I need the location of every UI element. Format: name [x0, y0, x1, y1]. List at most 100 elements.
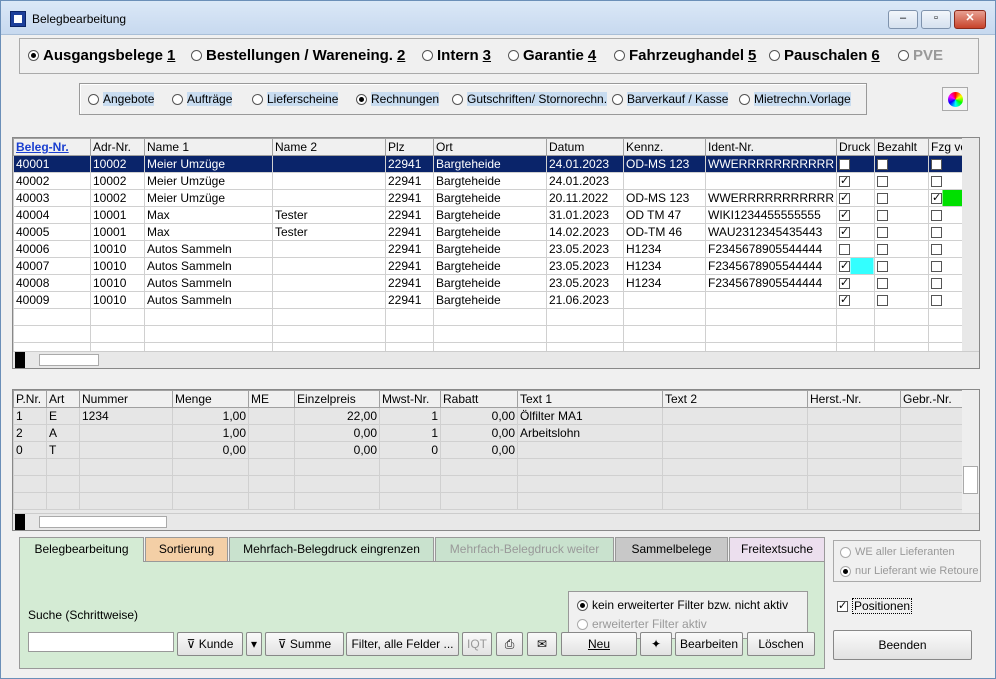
- table-row[interactable]: 40004 10001 Max Tester 22941 Bargteheide 31.01…: [13, 206, 973, 224]
- bezahlt-checkbox[interactable]: [876, 278, 888, 290]
- druck-checkbox[interactable]: [838, 244, 850, 256]
- wizard-button[interactable]: ✦: [640, 632, 672, 656]
- doc-type-1[interactable]: Ausgangsbelege 1: [28, 47, 175, 64]
- table-row[interactable]: 2 A 1,00 0,00 1 0,00 Arbeitslohn: [13, 424, 963, 442]
- documents-grid[interactable]: Beleg-Nr. Adr-Nr. Name 1 Name 2 Plz Ort Datum K…: [12, 137, 980, 369]
- table-row[interactable]: 40001 10002 Meier Umzüge 22941 Bargteheide 24…: [13, 155, 973, 173]
- druck-checkbox[interactable]: [838, 293, 850, 307]
- column-header[interactable]: Bezahlt: [873, 138, 929, 156]
- documents-hscroll[interactable]: [13, 351, 979, 368]
- column-header[interactable]: ME: [248, 390, 295, 408]
- bezahlt-checkbox[interactable]: [876, 227, 888, 239]
- sub-type-2[interactable]: Aufträge: [172, 92, 233, 106]
- doc-type-2[interactable]: Bestellungen / Wareneing. 2: [191, 47, 405, 64]
- positions-hscroll[interactable]: [13, 513, 979, 530]
- column-header[interactable]: Rabatt: [440, 390, 518, 408]
- nur-lieferant-option[interactable]: nur Lieferant wie Retoure: [840, 565, 979, 577]
- column-header[interactable]: Name 1: [144, 138, 273, 156]
- druck-checkbox[interactable]: [838, 225, 850, 239]
- column-header[interactable]: Art: [46, 390, 80, 408]
- doc-type-5[interactable]: Fahrzeughandel 5: [614, 47, 756, 64]
- fzg-checkbox[interactable]: [930, 261, 942, 273]
- restore-button[interactable]: ▫: [921, 10, 951, 29]
- fzg-checkbox[interactable]: [930, 244, 942, 256]
- druck-checkbox[interactable]: [838, 276, 850, 290]
- neu-button[interactable]: Neu: [561, 632, 637, 656]
- column-header[interactable]: Nummer: [79, 390, 173, 408]
- column-header[interactable]: Datum: [546, 138, 624, 156]
- sub-type-1[interactable]: Angebote: [88, 92, 155, 106]
- sub-type-5[interactable]: Gutschriften/ Stornorechn.: [452, 92, 608, 106]
- column-header[interactable]: P.Nr.: [13, 390, 47, 408]
- column-header[interactable]: Einzelpreis: [294, 390, 380, 408]
- column-header[interactable]: Druck: [835, 138, 875, 156]
- kunde-dropdown-button[interactable]: ▾: [246, 632, 262, 656]
- fzg-checkbox[interactable]: [930, 191, 942, 205]
- table-row[interactable]: 40006 10010 Autos Sammeln 22941 Bargteheide 2…: [13, 240, 973, 258]
- bezahlt-checkbox[interactable]: [876, 193, 888, 205]
- column-header[interactable]: Plz: [385, 138, 434, 156]
- table-row[interactable]: 40008 10010 Autos Sammeln 22941 Bargteheide 2…: [13, 274, 973, 292]
- column-header[interactable]: Ident-Nr.: [705, 138, 837, 156]
- bezahlt-checkbox[interactable]: [876, 295, 888, 307]
- tab-5[interactable]: Sammelbelege: [615, 537, 728, 561]
- druck-checkbox[interactable]: [838, 174, 850, 188]
- tab-1[interactable]: Belegbearbeitung: [19, 537, 144, 562]
- bezahlt-checkbox[interactable]: [876, 261, 888, 273]
- table-row[interactable]: 0 T 0,00 0,00 0 0,00: [13, 441, 963, 459]
- tab-4[interactable]: Mehrfach-Belegdruck weiter: [435, 537, 614, 561]
- column-header[interactable]: Herst.-Nr.: [807, 390, 901, 408]
- doc-type-3[interactable]: Intern 3: [422, 47, 491, 64]
- table-row[interactable]: 1 E 1234 1,00 22,00 1 0,00 Ölfilter MA1: [13, 407, 963, 425]
- column-header[interactable]: Adr-Nr.: [90, 138, 145, 156]
- filter-all-button[interactable]: Filter, alle Felder ...: [346, 632, 459, 656]
- bezahlt-checkbox[interactable]: [876, 210, 888, 222]
- column-header[interactable]: Gebr.-Nr.: [900, 390, 963, 408]
- hscroll-thumb[interactable]: [39, 354, 99, 366]
- fzg-checkbox[interactable]: [930, 295, 942, 307]
- vscroll-thumb[interactable]: [963, 466, 978, 494]
- sub-type-6[interactable]: Barverkauf / Kasse: [612, 92, 729, 106]
- mail-button[interactable]: ✉: [527, 632, 557, 656]
- druck-checkbox[interactable]: [838, 259, 850, 273]
- fzg-checkbox[interactable]: [930, 227, 942, 239]
- tab-6[interactable]: Freitextsuche: [729, 537, 825, 561]
- column-header[interactable]: Ort: [433, 138, 547, 156]
- druck-checkbox[interactable]: [838, 208, 850, 222]
- column-header[interactable]: Mwst-Nr.: [379, 390, 441, 408]
- print-button[interactable]: ⎙: [496, 632, 523, 656]
- iqt-button[interactable]: IQT: [462, 632, 492, 656]
- column-header[interactable]: Name 2: [272, 138, 386, 156]
- table-row[interactable]: 40002 10002 Meier Umzüge 22941 Bargteheide 24…: [13, 172, 973, 190]
- fzg-checkbox[interactable]: [930, 159, 942, 171]
- minimize-button[interactable]: –: [888, 10, 918, 29]
- column-header[interactable]: Kennz.: [623, 138, 706, 156]
- doc-type-4[interactable]: Garantie 4: [508, 47, 596, 64]
- positions-grid[interactable]: P.Nr. Art Nummer Menge ME Einzelpreis Mwst-Nr.…: [12, 389, 980, 531]
- documents-vscroll[interactable]: [962, 138, 979, 351]
- filter-option-extended[interactable]: erweiterter Filter aktiv: [577, 617, 707, 631]
- column-header[interactable]: Beleg-Nr.: [13, 138, 91, 156]
- doc-type-6[interactable]: Pauschalen 6: [769, 47, 880, 64]
- column-header[interactable]: Menge: [172, 390, 249, 408]
- beenden-button[interactable]: Beenden: [833, 630, 972, 660]
- sub-type-4[interactable]: Rechnungen: [356, 92, 440, 106]
- we-all-option[interactable]: WE aller Lieferanten: [840, 546, 955, 558]
- bezahlt-checkbox[interactable]: [876, 159, 888, 171]
- loeschen-button[interactable]: Löschen: [747, 632, 815, 656]
- kunde-button[interactable]: ⊽ Kunde: [177, 632, 243, 656]
- druck-checkbox[interactable]: [838, 191, 850, 205]
- color-settings-button[interactable]: [942, 87, 968, 111]
- fzg-checkbox[interactable]: [930, 176, 942, 188]
- search-input[interactable]: [28, 632, 174, 652]
- bearbeiten-button[interactable]: Bearbeiten: [675, 632, 743, 656]
- bezahlt-checkbox[interactable]: [876, 176, 888, 188]
- fzg-checkbox[interactable]: [930, 210, 942, 222]
- sub-type-7[interactable]: Mietrechn.Vorlage: [739, 92, 851, 106]
- positionen-checkbox[interactable]: Positionen: [837, 598, 913, 614]
- close-button[interactable]: ✕: [954, 10, 986, 29]
- druck-checkbox[interactable]: [838, 159, 850, 171]
- table-row[interactable]: 40003 10002 Meier Umzüge 22941 Bargteheide 20…: [13, 189, 973, 207]
- tab-2[interactable]: Sortierung: [145, 537, 228, 561]
- table-row[interactable]: 40007 10010 Autos Sammeln 22941 Bargteheide 2…: [13, 257, 973, 275]
